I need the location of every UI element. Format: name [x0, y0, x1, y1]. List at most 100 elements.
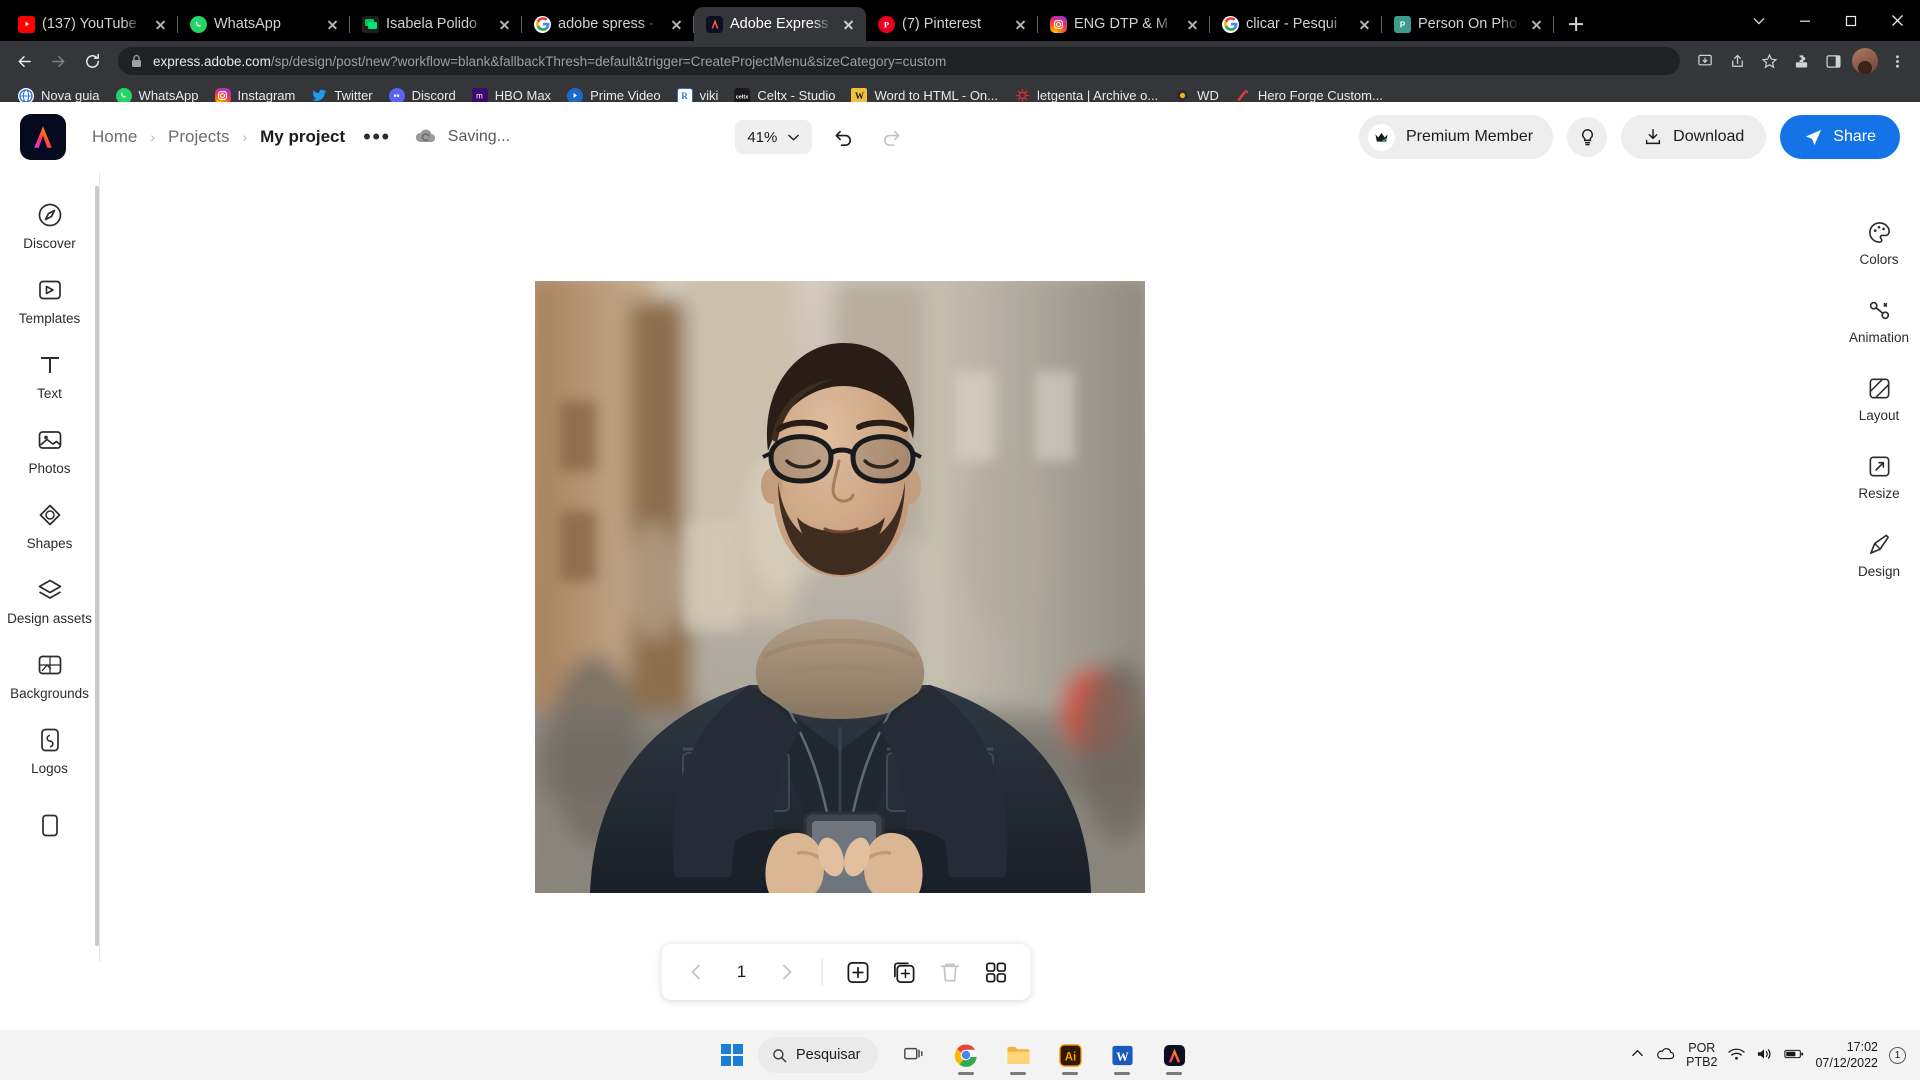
- adobe-express-taskbar-button[interactable]: [1150, 1032, 1198, 1078]
- chrome-menu-icon[interactable]: [1882, 46, 1912, 76]
- maximize-button[interactable]: [1828, 0, 1874, 41]
- next-page-button[interactable]: [766, 951, 808, 993]
- grid-view-button[interactable]: [975, 951, 1017, 993]
- page-number[interactable]: 1: [722, 962, 762, 982]
- language-indicator[interactable]: POR PTB2: [1686, 1041, 1717, 1069]
- saving-label: Saving...: [447, 128, 511, 145]
- canvas-area[interactable]: 1: [101, 172, 1838, 1030]
- breadcrumb-projects[interactable]: Projects: [168, 127, 229, 147]
- sidebar-scrollbar[interactable]: [95, 186, 99, 946]
- illustrator-button[interactable]: Ai: [1046, 1032, 1094, 1078]
- new-tab-button[interactable]: [1560, 8, 1592, 40]
- panel-item-resize[interactable]: Resize: [1838, 438, 1920, 516]
- breadcrumb-home[interactable]: Home: [92, 127, 137, 147]
- breadcrumb-current[interactable]: My project: [260, 127, 345, 147]
- undo-button[interactable]: [826, 120, 860, 154]
- active-indicator: [1010, 1072, 1027, 1075]
- sidebar-item-more[interactable]: [0, 788, 99, 863]
- browser-tab[interactable]: P (7) Pinterest: [866, 7, 1038, 41]
- redo-button[interactable]: [874, 120, 908, 154]
- sidebar-label: Logos: [31, 760, 68, 776]
- browser-tab[interactable]: clicar - Pesqui: [1210, 7, 1382, 41]
- browser-tab[interactable]: WhatsApp: [178, 7, 350, 41]
- close-icon[interactable]: [667, 15, 686, 34]
- tray-expand-icon[interactable]: [1631, 1047, 1644, 1063]
- panel-item-design[interactable]: Design: [1838, 516, 1920, 594]
- browser-tab[interactable]: Isabela Polido: [350, 7, 522, 41]
- word-button[interactable]: W: [1098, 1032, 1146, 1078]
- sidebar-item-backgrounds[interactable]: Backgrounds: [0, 638, 99, 713]
- adobe-express-logo[interactable]: [20, 114, 66, 160]
- download-button[interactable]: Download: [1621, 115, 1767, 159]
- illustrator-icon: Ai: [1059, 1043, 1082, 1067]
- extensions-icon[interactable]: [1786, 46, 1816, 76]
- browser-tab-active[interactable]: Adobe Express: [694, 7, 866, 41]
- more-options-button[interactable]: •••: [363, 126, 391, 148]
- close-icon[interactable]: [1527, 15, 1546, 34]
- sidebar-item-text[interactable]: Text: [0, 338, 99, 413]
- premium-member-button[interactable]: Premium Member: [1359, 115, 1554, 159]
- share-button[interactable]: Share: [1780, 115, 1900, 159]
- tab-search-icon[interactable]: [1736, 0, 1782, 41]
- sidebar-item-logos[interactable]: Logos: [0, 713, 99, 788]
- sidebar-item-discover[interactable]: Discover: [0, 188, 99, 263]
- task-view-button[interactable]: [890, 1032, 938, 1078]
- onedrive-icon[interactable]: [1655, 1047, 1675, 1064]
- file-explorer-button[interactable]: [994, 1032, 1042, 1078]
- bookmark-star-icon[interactable]: [1754, 46, 1784, 76]
- zoom-selector[interactable]: 41%: [735, 120, 813, 154]
- back-button[interactable]: [8, 45, 40, 77]
- address-bar[interactable]: express.adobe.com/sp/design/post/new?wor…: [118, 47, 1680, 75]
- window-controls: [1736, 0, 1920, 41]
- close-icon[interactable]: [839, 15, 858, 34]
- close-icon[interactable]: [323, 15, 342, 34]
- panel-item-layout[interactable]: Layout: [1838, 360, 1920, 438]
- clock[interactable]: 17:02 07/12/2022: [1815, 1039, 1878, 1071]
- artboard[interactable]: [535, 281, 1145, 893]
- minimize-button[interactable]: [1782, 0, 1828, 41]
- sidebar-label: Photos: [28, 460, 71, 476]
- panel-item-animation[interactable]: Animation: [1838, 282, 1920, 360]
- word-icon: W: [1112, 1045, 1133, 1065]
- close-icon[interactable]: [1183, 15, 1202, 34]
- volume-icon[interactable]: [1756, 1047, 1773, 1064]
- close-icon[interactable]: [151, 15, 170, 34]
- tab-title: Person On Pho: [1418, 16, 1518, 32]
- start-button[interactable]: [710, 1033, 754, 1077]
- duplicate-page-button[interactable]: [883, 951, 925, 993]
- close-icon[interactable]: [1355, 15, 1374, 34]
- sidepanel-icon[interactable]: [1818, 46, 1848, 76]
- browser-tab[interactable]: adobe spress -: [522, 7, 694, 41]
- share-icon[interactable]: [1722, 46, 1752, 76]
- panel-item-colors[interactable]: Colors: [1838, 204, 1920, 282]
- bookmark-label: letgenta | Archive o...: [1037, 88, 1159, 103]
- close-icon[interactable]: [1011, 15, 1030, 34]
- browser-tab[interactable]: ENG DTP & M: [1038, 7, 1210, 41]
- taskbar-search[interactable]: Pesquisar: [758, 1037, 879, 1073]
- notification-badge[interactable]: 1: [1889, 1046, 1906, 1064]
- chrome-taskbar-button[interactable]: [942, 1032, 990, 1078]
- app-header: Home › Projects › My project ••• Saving.…: [0, 102, 1920, 172]
- browser-window: (137) YouTube WhatsApp Isabela Polido ad…: [0, 0, 1920, 1030]
- grid-view-icon: [985, 962, 1006, 982]
- close-icon[interactable]: [495, 15, 514, 34]
- forward-button[interactable]: [42, 45, 74, 77]
- close-window-button[interactable]: [1874, 0, 1920, 41]
- shapes-icon: [37, 501, 63, 529]
- delete-page-button[interactable]: [929, 951, 971, 993]
- help-ideas-button[interactable]: [1567, 117, 1608, 157]
- browser-tab[interactable]: (137) YouTube: [6, 7, 178, 41]
- prev-page-button[interactable]: [676, 951, 718, 993]
- sidebar-item-shapes[interactable]: Shapes: [0, 488, 99, 563]
- battery-icon[interactable]: [1784, 1048, 1804, 1063]
- sidebar-item-photos[interactable]: Photos: [0, 413, 99, 488]
- profile-avatar[interactable]: [1850, 46, 1880, 76]
- sidebar-item-templates[interactable]: Templates: [0, 263, 99, 338]
- wifi-icon[interactable]: [1728, 1047, 1746, 1064]
- install-app-icon[interactable]: [1690, 46, 1720, 76]
- active-indicator: [1062, 1072, 1079, 1075]
- sidebar-item-design-assets[interactable]: Design assets: [0, 563, 99, 638]
- browser-tab[interactable]: P Person On Pho: [1382, 7, 1554, 41]
- add-page-button[interactable]: [837, 951, 879, 993]
- reload-button[interactable]: [76, 45, 108, 77]
